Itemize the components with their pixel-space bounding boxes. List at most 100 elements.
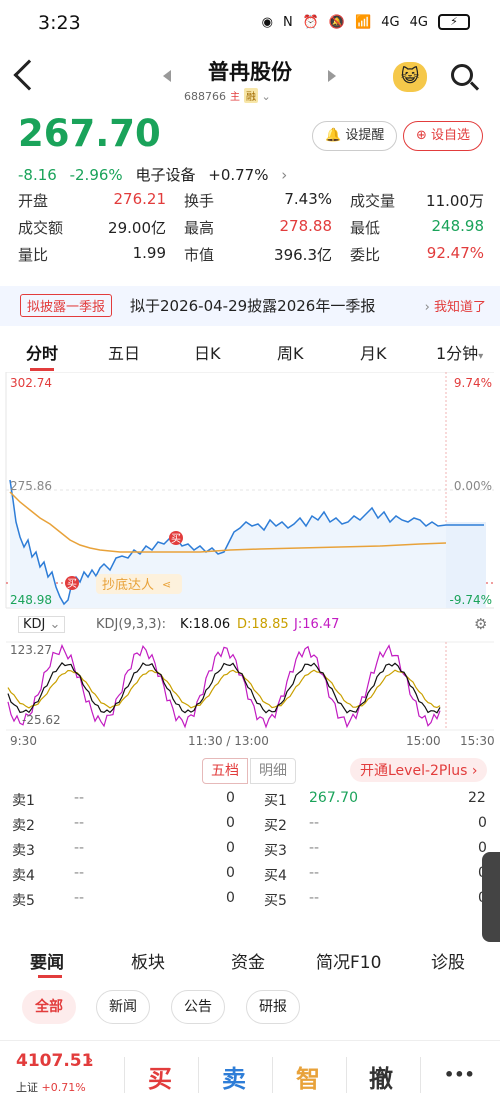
eye-icon: ◉ [261, 14, 273, 30]
stat-cell: 换手 7.43% [184, 190, 350, 217]
order-book-row: 卖3 -- 0 买3 -- 0 [0, 840, 500, 865]
stat-cell: 最高 278.88 [184, 217, 350, 244]
indicator-name: KDJ [23, 617, 46, 632]
sector-link[interactable]: 电子设备 +0.77% › [135, 166, 295, 184]
stat-cell: 量比 1.99 [18, 244, 184, 271]
triangle-down-icon: ▾ [478, 351, 484, 362]
sell-volume: 0 [226, 815, 235, 831]
nfc-icon: N [282, 14, 293, 30]
sector-name: 电子设备 [135, 166, 196, 184]
tab-intraday[interactable]: 分时 [26, 340, 58, 364]
buy-marker-2[interactable]: 买 [169, 531, 183, 545]
stat-value: 29.00亿 [108, 219, 166, 237]
kdj-bottom-label: -25.62 [22, 713, 61, 727]
sell-label: 卖5 [12, 893, 35, 909]
stat-label: 最低 [350, 219, 381, 237]
filter-research[interactable]: 研报 [246, 990, 300, 1024]
time-close: 15:00 [406, 734, 441, 748]
sell-volume: 0 [226, 840, 235, 856]
intraday-chart[interactable]: 302.74 275.86 248.98 9.74% 0.00% -9.74% … [0, 372, 500, 612]
stat-label: 最高 [184, 219, 215, 237]
chevron-right-icon: › [281, 166, 288, 184]
sell-button[interactable]: 卖 [222, 1059, 246, 1094]
bottom-fishing-label: 抄底达人 [102, 577, 154, 593]
stat-label: 委比 [350, 246, 381, 264]
tab-five-day[interactable]: 五日 [108, 340, 140, 364]
divider [346, 1057, 347, 1093]
tab-diagnosis[interactable]: 诊股 [431, 948, 465, 973]
tab-headlines[interactable]: 要闻 [30, 948, 64, 973]
indicator-select[interactable]: KDJ ⌄ [18, 616, 66, 633]
tab-sectors[interactable]: 板块 [131, 948, 165, 973]
more-button[interactable]: ••• [444, 1065, 475, 1084]
status-time: 3:23 [38, 12, 81, 34]
add-favorite-button[interactable]: ⊕ 设自选 [403, 121, 484, 151]
buy-marker-1[interactable]: 买 [65, 576, 79, 590]
filter-all[interactable]: 全部 [22, 990, 76, 1024]
kdj-chart[interactable]: 123.27 -25.62 [0, 638, 500, 734]
stat-value: 248.98 [431, 217, 485, 235]
stat-value: 11.00万 [426, 192, 484, 210]
sell-label: 卖3 [12, 843, 35, 859]
tab-weekly-k[interactable]: 周K [277, 340, 304, 364]
chart-tabs: 分时 五日 日K 周K 月K 1分钟▾ [0, 340, 500, 371]
bottom-fishing-badge[interactable]: 抄底达人 ⋖ [96, 574, 182, 594]
buy-label: 买1 [264, 793, 287, 809]
banner-dismiss-label: 我知道了 [433, 300, 486, 315]
order-book-row: 卖4--0买4--0 [0, 865, 500, 890]
y-label-bottom: 248.98 [10, 593, 52, 607]
stats-grid: 开盘 276.21 换手 7.43% 成交量 11.00万 成交额 29.00亿 最高 278.8… [18, 190, 484, 271]
kdj-d: D:18.85 [237, 617, 289, 632]
filter-news[interactable]: 新闻 [96, 990, 150, 1024]
chevron-down-icon[interactable]: ⌄ [262, 90, 271, 103]
stat-label: 量比 [18, 246, 49, 264]
alarm-icon: ⏰ [302, 14, 319, 30]
set-reminder-button[interactable]: 🔔 设提醒 [312, 121, 398, 151]
side-drawer-handle[interactable] [482, 852, 500, 942]
stat-value: 278.88 [279, 217, 333, 235]
banner-dismiss-button[interactable]: › 我知道了 [425, 296, 486, 315]
chevron-right-icon: › [424, 300, 430, 315]
tab-details[interactable]: 明细 [250, 758, 296, 784]
stat-label: 开盘 [18, 192, 49, 210]
settings-icon[interactable]: ⚙ [474, 615, 487, 633]
stat-value: 7.43% [284, 190, 332, 208]
mascot-icon[interactable]: 😺 [393, 62, 427, 92]
status-bar: 3:23 ◉ N ⏰ 🔕 📶 4G 4G ⚡ [0, 0, 500, 46]
buy-price: -- [309, 815, 320, 831]
time-axis: 9:30 11:30 / 13:00 15:00 15:30 [0, 732, 500, 752]
order-book-row: 卖5--0买5--0 [0, 890, 500, 915]
mute-icon: 🔕 [328, 14, 346, 30]
add-favorite-label: 设自选 [431, 128, 471, 143]
level2-button[interactable]: 开通Level-2Plus › [350, 758, 488, 782]
tab-daily-k[interactable]: 日K [194, 340, 221, 364]
tab-monthly-k[interactable]: 月K [360, 340, 387, 364]
battery-icon: ⚡ [438, 14, 470, 30]
tab-one-minute[interactable]: 1分钟▾ [436, 340, 483, 364]
stat-label: 换手 [184, 192, 215, 210]
buy-volume: 0 [478, 815, 487, 831]
tab-funds[interactable]: 资金 [231, 948, 265, 973]
tab-underline [30, 368, 54, 371]
stats-row: 开盘 276.21 换手 7.43% 成交量 11.00万 [18, 190, 484, 217]
order-book-row: 卖2 -- 0 买2 -- 0 [0, 815, 500, 840]
buy-label: 买4 [264, 868, 287, 884]
pct-label-top: 9.74% [454, 376, 492, 390]
index-more-icon: › [88, 1053, 93, 1067]
stat-cell: 开盘 276.21 [18, 190, 184, 217]
kdj-d-line [7, 669, 441, 709]
next-stock-icon[interactable] [328, 70, 336, 82]
cancel-order-button[interactable]: 撤 [369, 1059, 393, 1094]
time-start: 9:30 [10, 734, 37, 748]
level2-label: 开通Level-2Plus [360, 763, 468, 779]
smart-button[interactable]: 智 [296, 1059, 320, 1094]
buy-price: -- [309, 840, 320, 856]
index-value: 4107.51 [16, 1051, 94, 1071]
tab-f10[interactable]: 简况F10 [316, 948, 381, 973]
buy-button[interactable]: 买 [148, 1059, 172, 1094]
report-banner[interactable]: 拟披露一季报 拟于2026-04-29披露2026年一季报 › 我知道了 [0, 286, 500, 326]
sell-price: -- [74, 815, 85, 831]
search-icon[interactable] [451, 64, 473, 86]
filter-announcements[interactable]: 公告 [171, 990, 225, 1024]
tab-five-levels[interactable]: 五档 [202, 758, 248, 784]
